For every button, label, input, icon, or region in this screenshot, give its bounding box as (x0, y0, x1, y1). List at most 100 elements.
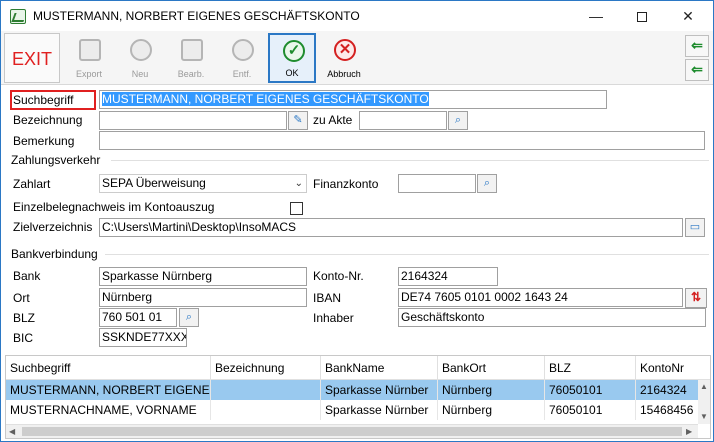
search-icon: ⌕ (454, 114, 462, 126)
bic-input[interactable]: SSKNDE77XXX (99, 328, 187, 347)
export-label: Export (75, 69, 102, 79)
dialog-window: MUSTERMANN, NORBERT EIGENES GESCHÄFTSKON… (0, 0, 714, 442)
cancel-button[interactable]: ✕ Abbruch (320, 33, 368, 83)
suchbegriff-input[interactable]: MUSTERMANN, NORBERT EIGENES GESCHÄFTSKON… (99, 90, 607, 109)
zielverzeichnis-input[interactable]: C:\Users\Martini\Desktop\InsoMACS (99, 218, 683, 237)
scroll-up-icon[interactable]: ▲ (700, 382, 708, 391)
delete-label: Entf. (232, 69, 252, 79)
cell-blz: 76050101 (545, 400, 636, 420)
kontonr-label: Konto-Nr. (313, 269, 364, 283)
zahlungsverkehr-group-title: Zahlungsverkehr (11, 153, 101, 167)
suchbegriff-label: Suchbegriff (13, 93, 74, 107)
cell-bezeichnung (211, 380, 321, 400)
suchbegriff-value: MUSTERMANN, NORBERT EIGENES GESCHÄFTSKON… (102, 92, 429, 106)
scroll-down-icon[interactable]: ▼ (700, 412, 708, 421)
cell-bankname: Sparkasse Nürnber (321, 380, 438, 400)
cell-bankname: Sparkasse Nürnber (321, 400, 438, 420)
vertical-scrollbar[interactable]: ▲ ▼ (698, 380, 710, 424)
iban-label: IBAN (313, 291, 342, 305)
maximize-button[interactable] (619, 1, 665, 31)
bankverbindung-divider (105, 254, 709, 255)
checkmark-icon: ✓ (283, 40, 305, 62)
pencil-icon (181, 39, 203, 61)
finanzkonto-label: Finanzkonto (313, 177, 379, 191)
zu-akte-search-button[interactable]: ⌕ (448, 111, 468, 130)
title-bar: MUSTERMANN, NORBERT EIGENES GESCHÄFTSKON… (1, 1, 713, 31)
column-header-suchbegriff[interactable]: Suchbegriff (6, 356, 211, 380)
cell-bankort: Nürnberg (438, 380, 545, 400)
iban-input[interactable]: DE74 7605 0101 0002 1643 24 (398, 288, 683, 307)
table-row[interactable]: MUSTERNACHNAME, VORNAME Sparkasse Nürnbe… (6, 400, 698, 420)
ort-input[interactable]: Nürnberg (99, 288, 307, 307)
bemerkung-input[interactable] (99, 131, 705, 150)
horizontal-scrollbar[interactable]: ◀ ▶ (6, 424, 698, 438)
bic-label: BIC (13, 331, 34, 345)
bank-input[interactable]: Sparkasse Nürnberg (99, 267, 307, 286)
cell-kontonr: 2164324 (640, 383, 687, 397)
zu-akte-label: zu Akte (313, 113, 353, 127)
folder-icon: ▭ (689, 221, 701, 233)
column-header-kontonr[interactable]: KontoNr (636, 356, 710, 380)
blz-input[interactable]: 760 501 01 (99, 308, 177, 327)
bemerkung-label: Bemerkung (13, 134, 75, 148)
zielverzeichnis-label: Zielverzeichnis (13, 220, 93, 234)
scroll-right-icon[interactable]: ▶ (686, 427, 692, 436)
inhaber-label: Inhaber (313, 311, 354, 325)
zielverzeichnis-browse-button[interactable]: ▭ (685, 218, 705, 237)
search-icon: ⌕ (185, 311, 193, 323)
delete-button[interactable]: Entf. (218, 33, 266, 83)
results-grid: Suchbegriff Bezeichnung BankName BankOrt… (5, 355, 711, 439)
cell-suchbegriff: MUSTERMANN, NORBERT EIGENE (6, 380, 211, 400)
bezeichnung-input[interactable] (99, 111, 287, 130)
column-header-bankort[interactable]: BankOrt (438, 356, 545, 380)
ok-button[interactable]: ✓ OK (268, 33, 316, 83)
bezeichnung-lookup-button[interactable]: ✎ (288, 111, 308, 130)
column-header-bezeichnung[interactable]: Bezeichnung (211, 356, 321, 380)
delete-icon (232, 39, 254, 61)
table-row[interactable]: MUSTERMANN, NORBERT EIGENE Sparkasse Nür… (6, 380, 698, 400)
zahlart-select[interactable]: SEPA Überweisung ⌄ (99, 174, 307, 193)
finanzkonto-input[interactable] (398, 174, 476, 193)
search-icon: ⌕ (483, 177, 491, 189)
maximize-icon (637, 12, 647, 23)
toolbar: EXIT Export Neu Bearb. Entf. ✓ OK ✕ Abbr… (1, 31, 713, 85)
new-button[interactable]: Neu (116, 33, 164, 83)
plus-icon (130, 39, 152, 61)
exit-button[interactable]: EXIT (4, 33, 60, 83)
new-label: Neu (131, 69, 149, 79)
einzelbeleg-label: Einzelbelegnachweis im Kontoauszug (13, 200, 215, 214)
bank-label: Bank (13, 269, 41, 283)
scroll-thumb[interactable] (22, 427, 682, 436)
app-icon (10, 9, 26, 24)
cell-blz: 76050101 (545, 380, 636, 400)
ok-label: OK (285, 68, 299, 78)
swap-arrows-icon[interactable]: ⇅ (685, 288, 707, 308)
minimize-button[interactable]: — (573, 1, 619, 31)
key-icon: ✎ (293, 114, 303, 126)
arrow-left-bar-icon[interactable]: ⇐ (685, 59, 709, 81)
finanzkonto-search-button[interactable]: ⌕ (477, 174, 497, 193)
bankverbindung-group-title: Bankverbindung (11, 247, 98, 261)
export-button[interactable]: Export (65, 33, 113, 83)
cancel-label: Abbruch (327, 69, 361, 79)
inhaber-input[interactable]: Geschäftskonto (398, 308, 706, 327)
edit-button[interactable]: Bearb. (167, 33, 215, 83)
excel-icon (79, 39, 101, 61)
blz-label: BLZ (13, 311, 36, 325)
column-header-bankname[interactable]: BankName (321, 356, 438, 380)
zahlungsverkehr-divider (111, 160, 709, 161)
chevron-down-icon: ⌄ (294, 178, 303, 189)
cell-bankort: Nürnberg (438, 400, 545, 420)
zu-akte-input[interactable] (359, 111, 447, 130)
arrow-left-icon[interactable]: ⇐ (685, 35, 709, 57)
cancel-icon: ✕ (334, 39, 356, 61)
kontonr-input[interactable]: 2164324 (398, 267, 498, 286)
blz-search-button[interactable]: ⌕ (179, 308, 199, 327)
scroll-left-icon[interactable]: ◀ (9, 427, 15, 436)
grid-header: Suchbegriff Bezeichnung BankName BankOrt… (6, 356, 710, 380)
column-header-blz[interactable]: BLZ (545, 356, 636, 380)
cell-suchbegriff: MUSTERNACHNAME, VORNAME (6, 400, 211, 420)
bezeichnung-label: Bezeichnung (13, 113, 83, 127)
einzelbeleg-checkbox[interactable] (290, 202, 303, 215)
close-button[interactable]: ✕ (665, 1, 711, 31)
